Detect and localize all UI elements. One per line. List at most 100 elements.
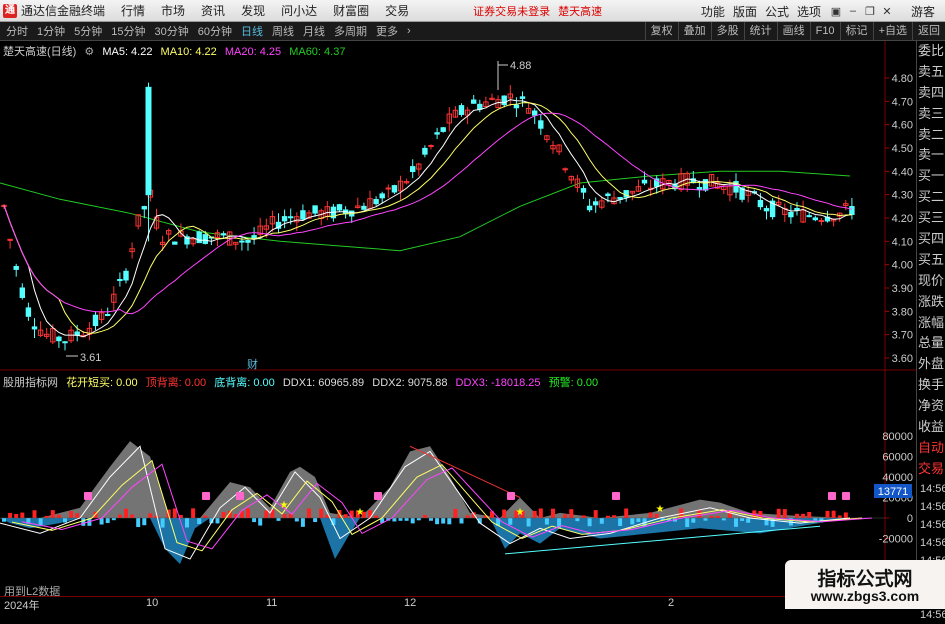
finance-marker: 财 bbox=[247, 357, 258, 371]
ma5-line bbox=[3, 99, 852, 338]
candle-body bbox=[593, 201, 599, 206]
flow-bar bbox=[685, 518, 690, 528]
star-marker: ★ bbox=[356, 507, 365, 518]
flow-bar bbox=[246, 508, 250, 518]
flow-bar bbox=[56, 514, 61, 518]
flow-bar bbox=[703, 518, 708, 521]
candle-body bbox=[788, 211, 794, 218]
flow-bar bbox=[795, 513, 799, 518]
side-item: 委比 bbox=[917, 43, 944, 58]
flow-bar bbox=[630, 518, 635, 525]
flow-bar bbox=[618, 518, 623, 526]
auto-trade-label[interactable]: 自动 bbox=[917, 438, 945, 459]
candle-body bbox=[580, 188, 587, 193]
flow-bar bbox=[105, 518, 110, 524]
flow-bar bbox=[32, 510, 37, 518]
flow-bar bbox=[38, 518, 43, 526]
candle-body bbox=[239, 240, 245, 243]
tick-time: 14:56 bbox=[920, 500, 945, 513]
flow-bar bbox=[300, 518, 305, 527]
tool-back[interactable]: 返回 bbox=[912, 22, 945, 41]
ma20-value: MA20: 4.25 bbox=[224, 46, 282, 58]
side-item: 净资 bbox=[917, 398, 944, 414]
watermark: 指标公式网 www.zbgs3.com bbox=[785, 560, 945, 609]
flow-bar bbox=[429, 518, 433, 521]
ma-legend: 楚天高速(日线) ⚙ MA5: 4.22 MA10: 4.22 MA20: 4.… bbox=[3, 43, 350, 59]
flow-bar bbox=[160, 518, 165, 528]
candle-body bbox=[428, 145, 434, 148]
flow-bar bbox=[459, 518, 464, 524]
flow-bar bbox=[276, 518, 281, 521]
candle-body bbox=[519, 96, 526, 99]
ind-field-6: 预警: 0.00 bbox=[548, 377, 599, 389]
flow-bar bbox=[117, 514, 122, 518]
flow-bar bbox=[8, 512, 13, 518]
flow-bar bbox=[843, 512, 848, 518]
current-value-label: 13771 bbox=[878, 486, 909, 498]
trade-label[interactable]: 交易 bbox=[917, 459, 945, 480]
flow-bar bbox=[398, 518, 403, 521]
ma5-value: MA5: 4.22 bbox=[102, 46, 153, 58]
ind-y-label: 60000 bbox=[882, 452, 913, 464]
flow-bar bbox=[294, 518, 299, 522]
flow-bar bbox=[715, 515, 720, 518]
x-label: 10 bbox=[146, 597, 159, 609]
flow-bar bbox=[2, 518, 6, 522]
flow-bar bbox=[587, 518, 592, 527]
warning-marker bbox=[828, 492, 836, 500]
flow-bar bbox=[593, 510, 598, 518]
side-item: 买四 bbox=[917, 231, 944, 247]
candle-body bbox=[117, 278, 123, 282]
flow-bar bbox=[465, 515, 470, 518]
flow-bar bbox=[813, 518, 818, 521]
ddx-negative-area bbox=[0, 518, 850, 565]
ind-y-label: 0 bbox=[907, 513, 913, 525]
flow-bar bbox=[435, 518, 440, 525]
flow-bar bbox=[837, 515, 842, 518]
y-tick-label: 4.30 bbox=[892, 190, 913, 202]
candle-body bbox=[806, 215, 812, 218]
flow-bar bbox=[81, 518, 86, 526]
side-item: 涨幅 bbox=[917, 314, 944, 330]
side-item: 卖五 bbox=[917, 63, 944, 79]
flow-bar bbox=[203, 515, 208, 518]
candle-body bbox=[812, 217, 818, 221]
candle-body bbox=[196, 231, 202, 244]
side-item: 卖二 bbox=[917, 126, 944, 142]
candle-body bbox=[605, 193, 611, 197]
candle-body bbox=[532, 110, 538, 116]
flow-bar bbox=[215, 518, 220, 524]
candle-body bbox=[410, 166, 416, 173]
candle-body bbox=[25, 307, 32, 317]
flow-bar bbox=[319, 508, 324, 518]
flow-bar bbox=[130, 514, 135, 518]
candle-body bbox=[288, 216, 294, 219]
candle-body bbox=[623, 190, 629, 198]
x-axis: 2024年 10 11 12 2 bbox=[0, 596, 916, 612]
flow-bar bbox=[343, 514, 348, 518]
side-item: 换手 bbox=[917, 377, 944, 393]
ind-field-2: 底背离: 0.00 bbox=[214, 377, 275, 389]
candle-body bbox=[312, 205, 318, 214]
flow-bar bbox=[136, 518, 141, 528]
flow-bar bbox=[605, 515, 610, 518]
side-item: 卖四 bbox=[917, 84, 944, 100]
ddx1-area bbox=[0, 441, 850, 518]
y-tick-label: 4.00 bbox=[892, 260, 913, 272]
star-marker: ★ bbox=[280, 500, 289, 511]
flow-bar bbox=[691, 518, 696, 523]
flow-bar bbox=[422, 515, 427, 518]
flow-bar bbox=[776, 508, 781, 518]
kline-chart[interactable]: 4.88 3.61 财 4.80 4.70 4.60 4.50 4.40 4.30 4.20 4.… bbox=[0, 0, 916, 596]
warning-marker bbox=[842, 492, 850, 500]
flow-bar bbox=[746, 518, 751, 523]
y-tick-label: 4.70 bbox=[892, 96, 913, 108]
y-tick-label: 4.80 bbox=[892, 73, 913, 85]
candle-body bbox=[300, 210, 306, 220]
side-item: 涨跌 bbox=[917, 293, 944, 309]
settings-icon[interactable]: ⚙ bbox=[84, 46, 94, 58]
y-tick-label: 3.80 bbox=[892, 306, 913, 318]
candle-body bbox=[336, 204, 343, 211]
high-label: 4.88 bbox=[510, 60, 531, 72]
warning-marker bbox=[202, 492, 210, 500]
